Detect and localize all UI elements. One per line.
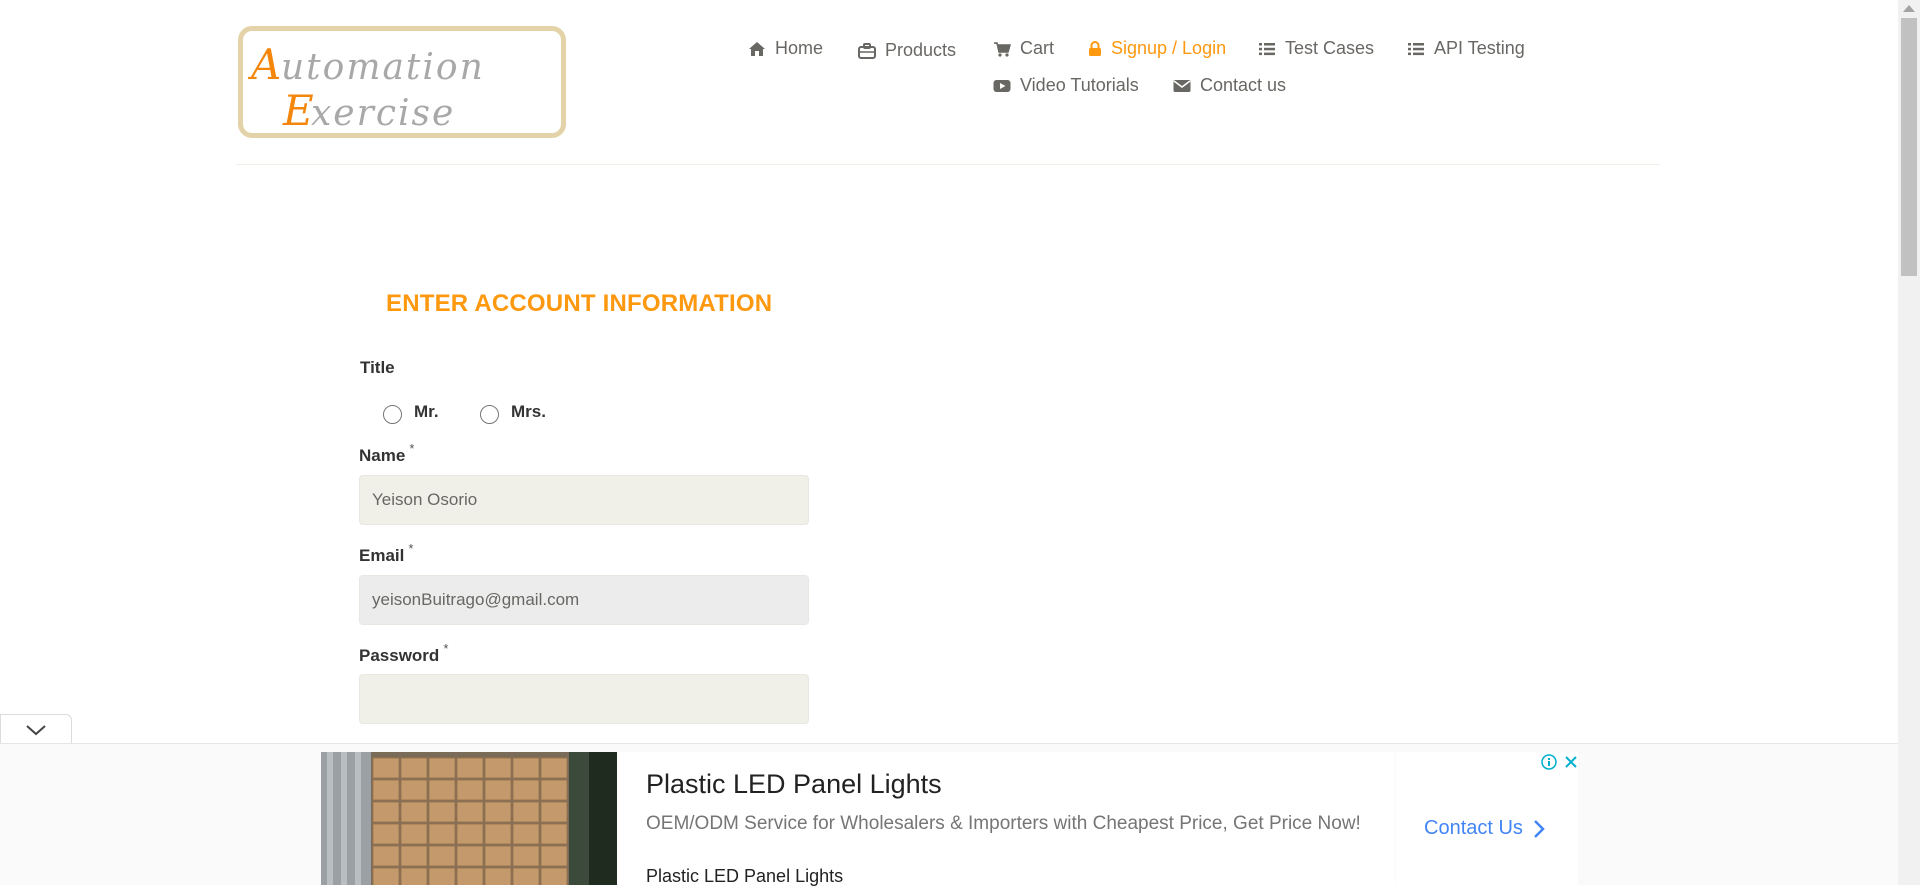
nav-signup-login[interactable]: Signup / Login	[1088, 38, 1226, 59]
briefcase-icon	[858, 42, 876, 59]
nav-cart[interactable]: Cart	[993, 38, 1054, 59]
title-label: Title	[360, 358, 395, 377]
list-icon	[1408, 42, 1424, 55]
svg-text:E: E	[282, 86, 314, 133]
email-label-text: Email	[359, 546, 405, 565]
youtube-icon	[993, 79, 1011, 92]
ad-contact-label: Contact Us	[1424, 817, 1523, 839]
required-mark: *	[443, 641, 449, 656]
chevron-down-icon	[26, 725, 46, 736]
svg-text:xercise: xercise	[311, 93, 455, 133]
ad-image[interactable]	[321, 752, 617, 885]
envelope-icon	[1173, 79, 1191, 92]
ad-subtitle[interactable]: Plastic LED Panel Lights	[646, 866, 843, 887]
email-label: Email *	[359, 541, 413, 566]
email-field-value: yeisonBuitrago@gmail.com	[372, 590, 580, 609]
site-header: A utomation E xercise Home Products Cart	[0, 0, 1898, 166]
nav-products-label: Products	[885, 40, 957, 60]
lock-icon	[1089, 40, 1101, 56]
title-mrs-label[interactable]: Mrs.	[511, 402, 546, 422]
name-field[interactable]: Yeison Osorio	[359, 475, 809, 525]
nav-cart-label: Cart	[1020, 38, 1055, 58]
page-title: ENTER ACCOUNT INFORMATION	[386, 290, 773, 317]
name-label-text: Name	[359, 446, 406, 465]
chevron-right-icon	[1534, 819, 1545, 838]
ad-collapse-button[interactable]	[0, 714, 72, 744]
required-mark: *	[409, 441, 415, 456]
title-mr-label[interactable]: Mr.	[414, 402, 439, 422]
cart-icon	[994, 41, 1011, 57]
nav-video-tutorials-label: Video Tutorials	[1020, 75, 1139, 95]
ad-title[interactable]: Plastic LED Panel Lights	[646, 769, 942, 800]
password-label: Password *	[359, 641, 448, 666]
nav-video-tutorials[interactable]: Video Tutorials	[993, 75, 1139, 96]
ad-description[interactable]: OEM/ODM Service for Wholesalers & Import…	[646, 812, 1366, 836]
nav-api-testing-label: API Testing	[1434, 38, 1525, 58]
required-mark: *	[408, 541, 414, 556]
nav-signup-login-label: Signup / Login	[1111, 38, 1227, 58]
title-mrs-radio[interactable]	[480, 405, 499, 424]
nav-products[interactable]: Products	[858, 40, 956, 61]
password-label-text: Password	[359, 646, 440, 665]
home-icon	[749, 41, 765, 56]
nav-contact-us-label: Contact us	[1200, 75, 1287, 95]
ad-controls	[1541, 754, 1579, 770]
ad-close-icon[interactable]	[1563, 754, 1579, 770]
nav-test-cases[interactable]: Test Cases	[1258, 38, 1374, 59]
scroll-up-arrow-icon[interactable]	[1903, 5, 1915, 12]
brand-logo[interactable]: A utomation E xercise	[238, 26, 566, 138]
nav-home-label: Home	[775, 38, 824, 58]
password-field[interactable]	[359, 674, 809, 724]
nav-home[interactable]: Home	[748, 38, 823, 59]
scrollbar-thumb[interactable]	[1901, 18, 1917, 276]
email-field[interactable]: yeisonBuitrago@gmail.com	[359, 575, 809, 625]
title-mr-radio[interactable]	[383, 405, 402, 424]
ad-info-icon[interactable]	[1541, 754, 1557, 770]
nav-api-testing[interactable]: API Testing	[1407, 38, 1525, 59]
name-field-value: Yeison Osorio	[372, 490, 478, 509]
list-icon	[1259, 42, 1275, 55]
logo-lettering: A utomation E xercise	[247, 40, 485, 133]
name-label: Name *	[359, 441, 414, 466]
nav-contact-us[interactable]: Contact us	[1173, 75, 1286, 96]
nav-test-cases-label: Test Cases	[1285, 38, 1375, 58]
cargo-boxes-image	[321, 752, 617, 885]
svg-text:A: A	[247, 40, 281, 89]
ad-contact-button[interactable]: Contact Us	[1424, 817, 1545, 840]
svg-text:utomation: utomation	[281, 47, 485, 88]
header-divider	[236, 164, 1660, 165]
